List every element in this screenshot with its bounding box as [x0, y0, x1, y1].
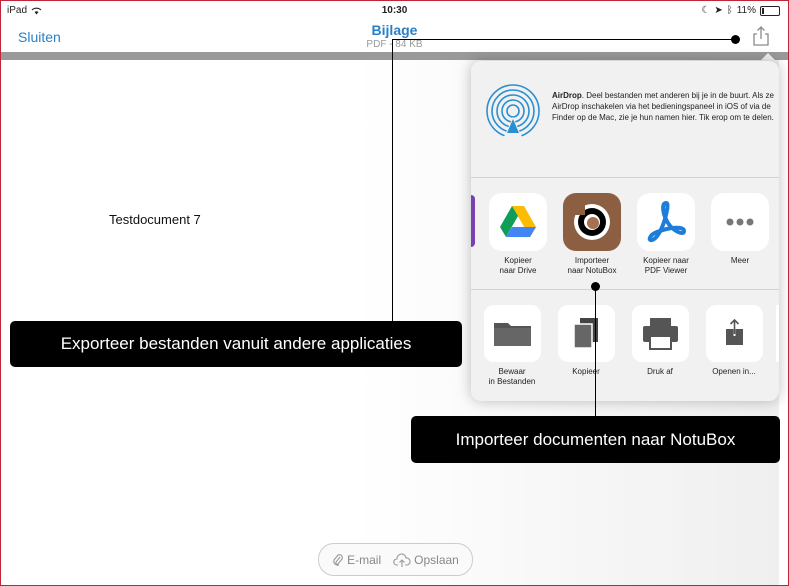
callout-line — [595, 286, 596, 417]
notubox-icon — [563, 193, 621, 251]
airdrop-body: . Deel bestanden met anderen bij je in d… — [552, 91, 774, 122]
open-in-icon — [705, 305, 763, 362]
toolbar-separator — [1, 52, 788, 60]
airdrop-description: AirDrop. Deel bestanden met anderen bij … — [552, 90, 777, 123]
google-drive-icon — [489, 193, 547, 251]
action-kopieer[interactable]: Kopieer — [549, 305, 623, 377]
paperclip-icon — [333, 553, 343, 566]
folder-icon — [483, 305, 541, 362]
action-openen-in[interactable]: Openen in... — [697, 305, 771, 377]
cloud-upload-icon — [393, 552, 411, 567]
app-label: Importeer naar NotuBox — [567, 256, 617, 275]
app-kopieer-drive[interactable]: Kopieer naar Drive — [481, 193, 555, 276]
file-info: PDF - 84 KB — [366, 39, 423, 50]
moon-icon: ☾ — [701, 5, 711, 16]
app-kopieer-pdf-viewer[interactable]: Kopieer naar PDF Viewer — [629, 193, 703, 276]
partial-app-icon[interactable] — [471, 195, 475, 247]
share-icon[interactable] — [750, 25, 772, 47]
action-label: Openen in... — [712, 367, 756, 376]
app-label: Meer — [730, 256, 750, 265]
bluetooth-icon: ᛒ — [726, 5, 733, 16]
location-icon: ➤ — [714, 5, 723, 16]
action-druk-af[interactable]: Druk af — [623, 305, 697, 377]
divider — [471, 177, 779, 178]
callout-line — [392, 39, 735, 40]
partial-action-icon[interactable] — [776, 305, 779, 362]
airdrop-icon[interactable] — [485, 83, 541, 139]
action-label: Druk af — [647, 367, 673, 376]
callout-line — [392, 39, 393, 322]
action-label: Bewaar in Bestanden — [488, 367, 536, 386]
document-text: Testdocument 7 — [109, 212, 201, 227]
share-sheet: AirDrop. Deel bestanden met anderen bij … — [471, 61, 779, 401]
nav-bar: Sluiten Bijlage PDF - 84 KB — [1, 19, 788, 53]
action-bewaar-bestanden[interactable]: Bewaar in Bestanden — [475, 305, 549, 387]
page-title: Bijlage — [371, 22, 418, 38]
popover-arrow — [760, 53, 776, 61]
status-bar: iPad 10:30 ☾ ➤ ᛒ 11% — [1, 1, 788, 21]
save-label: Opslaan — [414, 552, 459, 567]
app-meer[interactable]: Meer — [703, 193, 777, 266]
callout-import: Importeer documenten naar NotuBox — [411, 416, 780, 463]
email-label: E-mail — [347, 552, 382, 567]
battery-percent: 11% — [736, 5, 756, 16]
action-label: Kopieer — [572, 367, 600, 376]
copy-icon — [557, 305, 615, 362]
app-label: Kopieer naar PDF Viewer — [643, 256, 689, 275]
divider — [471, 289, 779, 290]
save-button[interactable]: Opslaan — [393, 553, 459, 567]
screen-frame: iPad 10:30 ☾ ➤ ᛒ 11% Sluiten Bijlage PDF… — [0, 0, 789, 586]
email-button[interactable]: E-mail — [332, 553, 381, 567]
bottom-actions: E-mail Opslaan — [318, 543, 473, 576]
battery-icon — [760, 5, 780, 16]
status-time: 10:30 — [381, 5, 408, 16]
printer-icon — [631, 305, 689, 362]
callout-export: Exporteer bestanden vanuit andere applic… — [10, 321, 462, 367]
more-icon — [711, 193, 769, 251]
app-label: Kopieer naar Drive — [499, 256, 537, 275]
callout-dot — [731, 35, 740, 44]
airdrop-title: AirDrop — [552, 91, 582, 100]
pdf-viewer-icon — [637, 193, 695, 251]
app-importeer-notubox[interactable]: Importeer naar NotuBox — [555, 193, 629, 276]
